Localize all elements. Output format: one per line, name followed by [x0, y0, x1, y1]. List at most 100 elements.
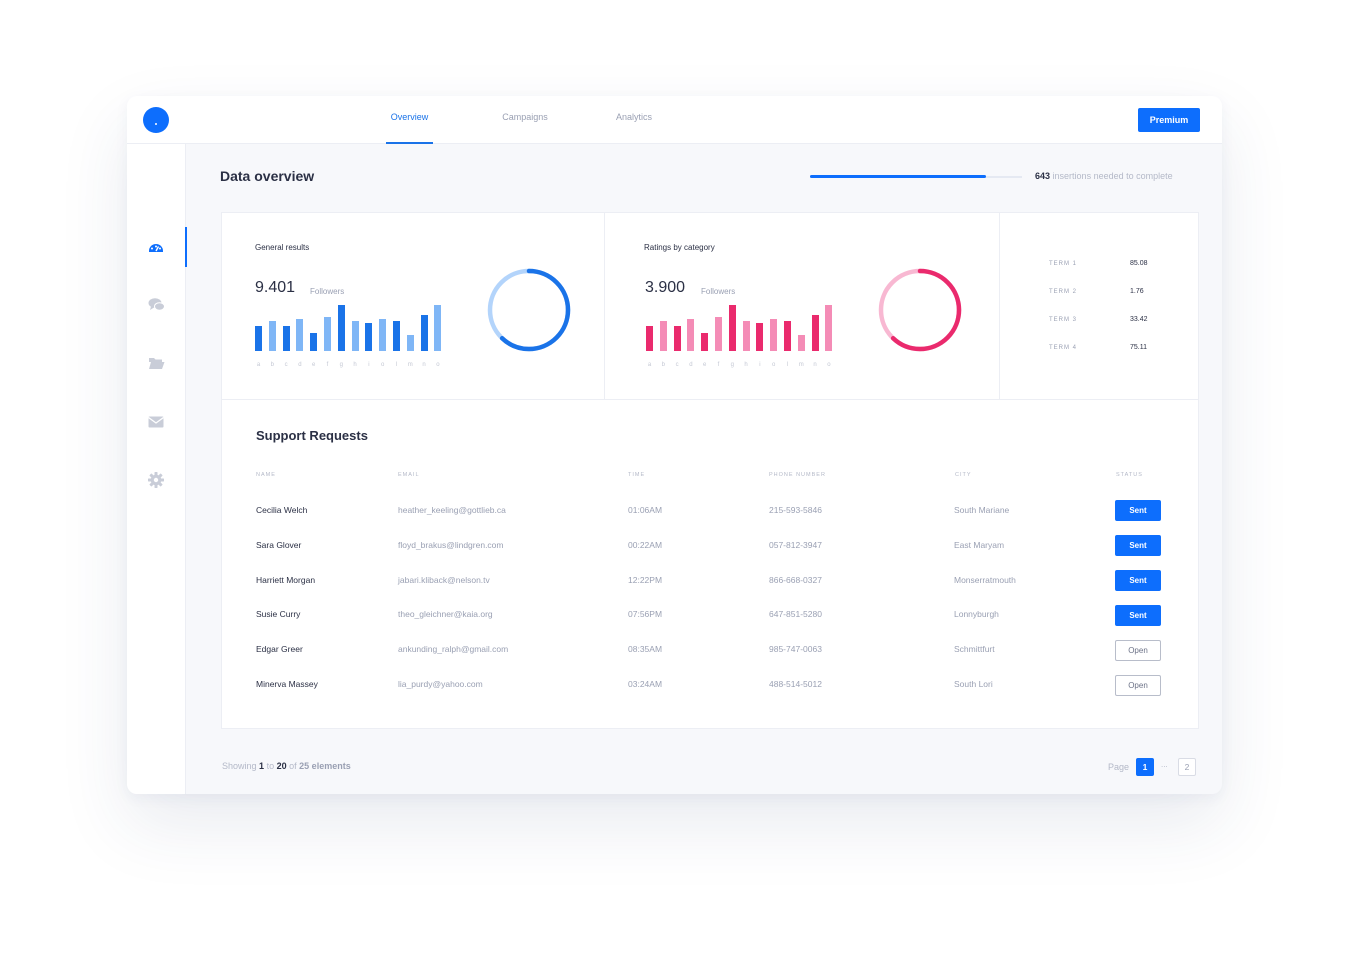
term-value: 85.08	[1130, 260, 1148, 267]
cell-phone: 866-668-0327	[769, 575, 822, 585]
progress-fill	[810, 175, 986, 178]
showing-from: 1	[259, 761, 265, 771]
cell-name: Harriett Morgan	[256, 575, 316, 585]
chat-icon	[148, 298, 165, 311]
bar-label: a	[647, 362, 652, 368]
bar	[646, 325, 653, 351]
top-nav-bar: Overview Campaigns Analytics Premium	[127, 96, 1222, 144]
bar	[434, 305, 442, 351]
bar	[351, 321, 359, 351]
showing-to-word: to	[266, 761, 275, 771]
cell-email: heather_keeling@gottlieb.ca	[398, 505, 506, 515]
dashboard-icon	[149, 244, 163, 252]
bar-label: o	[827, 362, 831, 368]
general-results-sub-label: Followers	[310, 287, 345, 296]
showing-of-word: of	[289, 761, 297, 771]
support-requests-card	[221, 399, 1199, 729]
bar-label: b	[270, 362, 274, 368]
column-header-city: CITY	[955, 472, 972, 478]
cell-phone: 215-593-5846	[769, 505, 822, 515]
sidebar-item-settings[interactable]	[127, 460, 186, 500]
bar-label: m	[798, 362, 804, 368]
page-2-button[interactable]: 2	[1178, 758, 1196, 776]
bar	[310, 332, 318, 351]
ratings-title: Ratings by category	[644, 243, 715, 252]
bar	[393, 321, 400, 351]
cell-name: Minerva Massey	[256, 679, 318, 689]
tab-campaigns[interactable]: Campaigns	[500, 96, 550, 144]
bar	[784, 321, 791, 351]
tab-overview[interactable]: Overview	[386, 96, 433, 144]
bar	[770, 318, 778, 351]
status-sent-button[interactable]: Sent	[1115, 500, 1161, 521]
pagination-ellipsis: ...	[1161, 760, 1168, 769]
cell-time: 00:22AM	[628, 540, 663, 550]
cell-email: lia_purdy@yahoo.com	[398, 679, 483, 689]
bar-label: o	[381, 362, 385, 368]
cell-phone: 985-747-0063	[769, 644, 822, 654]
sidebar-item-messages[interactable]	[127, 285, 186, 325]
cell-name: Sara Glover	[256, 540, 302, 550]
general-results-value: 9.401	[255, 279, 296, 296]
sidebar-item-dashboard[interactable]	[127, 227, 187, 267]
bar	[420, 315, 428, 351]
cell-city: Monserratmouth	[954, 575, 1016, 585]
sidebar-item-files[interactable]	[127, 343, 186, 383]
general-results-bar-labels: abcdefghiolmno	[255, 362, 445, 372]
status-sent-button[interactable]: Sent	[1115, 605, 1161, 626]
status-open-button[interactable]: Open	[1115, 675, 1161, 696]
folder-icon	[149, 358, 165, 369]
bar	[337, 305, 345, 351]
bar	[797, 334, 805, 351]
premium-button[interactable]: Premium	[1138, 108, 1200, 132]
general-results-bar-chart	[255, 305, 445, 351]
cell-email: jabari.kliback@nelson.tv	[398, 575, 490, 585]
bar-label: i	[368, 362, 370, 368]
bar-label: l	[786, 362, 789, 368]
bar-label: h	[744, 362, 748, 368]
app-logo[interactable]	[143, 107, 169, 133]
stats-card: General results 9.401 Followers a b c d e f g h…	[221, 212, 1199, 400]
bar	[659, 321, 667, 351]
bar	[406, 334, 414, 351]
cell-phone: 647-851-5280	[769, 609, 822, 619]
term-label: TERM 1	[1049, 261, 1078, 267]
term-label: TERM 2	[1049, 289, 1078, 295]
cell-phone: 488-514-5012	[769, 679, 822, 689]
bar	[811, 315, 819, 351]
bar-label: o	[772, 362, 776, 368]
cell-name: Cecilia Welch	[256, 505, 308, 515]
bar-label: a	[256, 362, 261, 368]
term-value: 1.76	[1130, 288, 1144, 295]
status-sent-button[interactable]: Sent	[1115, 535, 1161, 556]
column-header-status: STATUS	[1116, 472, 1143, 478]
bar	[282, 325, 290, 351]
bar-label: e	[703, 362, 707, 368]
cell-city: South Lori	[954, 679, 993, 689]
cell-city: Lonnyburgh	[954, 609, 999, 619]
term-value: 75.11	[1130, 344, 1147, 351]
cell-email: ankunding_ralph@gmail.com	[398, 644, 509, 654]
bar-label: g	[339, 362, 343, 368]
cell-city: East Maryam	[954, 540, 1005, 550]
sidebar-item-mail[interactable]	[127, 402, 186, 442]
ratings-donut	[878, 268, 962, 352]
progress-description: insertions needed to complete	[1052, 171, 1173, 181]
progress-text: 643 insertions needed to complete	[1035, 171, 1173, 181]
page-1-button[interactable]: 1	[1136, 758, 1154, 776]
mail-icon	[148, 416, 164, 428]
column-header-phone: PHONE NUMBER	[769, 472, 826, 478]
bar	[756, 323, 764, 351]
ratings-bar-labels: abcdefghiolmno	[646, 362, 836, 372]
support-requests-title: Support Requests	[256, 428, 368, 443]
stats-divider	[604, 213, 605, 400]
cell-email: floyd_brakus@lindgren.com	[398, 540, 504, 550]
status-sent-button[interactable]: Sent	[1115, 570, 1161, 591]
bar	[255, 325, 262, 351]
cell-name: Edgar Greer	[256, 644, 303, 654]
bar-label: e	[312, 362, 316, 368]
bar	[825, 305, 833, 351]
status-open-button[interactable]: Open	[1115, 640, 1161, 661]
bar	[728, 305, 736, 351]
tab-analytics[interactable]: Analytics	[611, 96, 657, 144]
